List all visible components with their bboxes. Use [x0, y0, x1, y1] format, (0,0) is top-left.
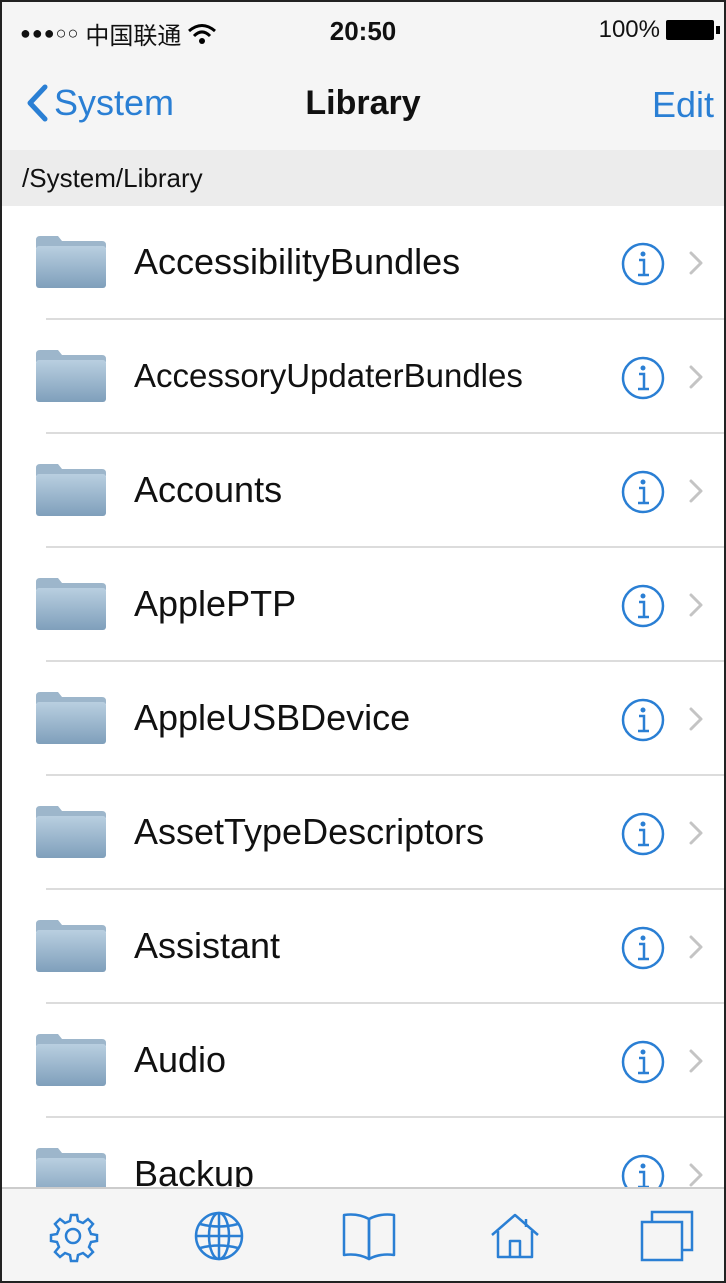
list-item[interactable]: AssetTypeDescriptors	[36, 776, 724, 890]
chevron-right-icon	[689, 707, 703, 731]
chevron-right-icon	[689, 1163, 703, 1187]
info-icon[interactable]	[620, 925, 666, 971]
list-item[interactable]: Audio	[36, 1004, 724, 1118]
path-breadcrumb: /System/Library	[2, 150, 724, 206]
folder-icon	[36, 350, 106, 402]
battery-percent: 100%	[598, 16, 660, 43]
list-item[interactable]: Assistant	[36, 890, 724, 1004]
info-icon[interactable]	[620, 1039, 666, 1085]
status-bar: ●●●○○ 中国联通 20:50 100%	[2, 2, 724, 60]
edit-button[interactable]: Edit	[652, 84, 714, 126]
item-label: Accounts	[134, 469, 283, 510]
info-icon[interactable]	[620, 697, 666, 743]
info-icon[interactable]	[620, 469, 666, 515]
folder-icon	[36, 578, 106, 630]
info-icon[interactable]	[620, 583, 666, 629]
chevron-right-icon	[689, 365, 703, 389]
book-icon[interactable]	[340, 1209, 398, 1263]
windows-icon[interactable]	[638, 1209, 696, 1263]
page-title: Library	[305, 84, 421, 122]
info-icon[interactable]	[620, 241, 666, 287]
folder-icon	[36, 806, 106, 858]
chevron-right-icon	[689, 251, 703, 275]
bottom-toolbar	[2, 1187, 724, 1281]
folder-icon	[36, 692, 106, 744]
item-label: AssetTypeDescriptors	[134, 811, 485, 852]
chevron-right-icon	[689, 1049, 703, 1073]
folder-icon	[36, 920, 106, 972]
folder-icon	[36, 1034, 106, 1086]
chevron-right-icon	[689, 935, 703, 959]
navigation-bar: System Library Edit	[2, 60, 724, 150]
list-item[interactable]: AccessibilityBundles	[36, 206, 724, 320]
info-icon[interactable]	[620, 355, 666, 401]
folder-icon	[36, 464, 106, 516]
item-label: Audio	[134, 1039, 227, 1080]
item-label: ApplePTP	[134, 583, 297, 624]
battery-status: 100%	[598, 16, 720, 44]
item-label: AccessoryUpdaterBundles	[134, 357, 523, 394]
list-item[interactable]: Accounts	[36, 434, 724, 548]
chevron-right-icon	[689, 821, 703, 845]
file-list: AccessibilityBundles AccessoryUpdaterBun…	[2, 206, 724, 1232]
battery-icon	[666, 20, 720, 40]
item-label: Assistant	[134, 925, 281, 966]
chevron-right-icon	[689, 593, 703, 617]
screen: ●●●○○ 中国联通 20:50 100% System Library Edi…	[0, 0, 726, 1283]
list-item[interactable]: AppleUSBDevice	[36, 662, 724, 776]
gear-icon[interactable]	[46, 1209, 100, 1263]
globe-icon[interactable]	[192, 1209, 246, 1263]
list-item[interactable]: ApplePTP	[36, 548, 724, 662]
home-icon[interactable]	[488, 1209, 542, 1263]
item-label: AppleUSBDevice	[134, 697, 411, 738]
chevron-right-icon	[689, 479, 703, 503]
folder-icon	[36, 236, 106, 288]
info-icon[interactable]	[620, 811, 666, 857]
item-label: AccessibilityBundles	[134, 241, 461, 282]
list-item[interactable]: AccessoryUpdaterBundles	[36, 320, 724, 434]
